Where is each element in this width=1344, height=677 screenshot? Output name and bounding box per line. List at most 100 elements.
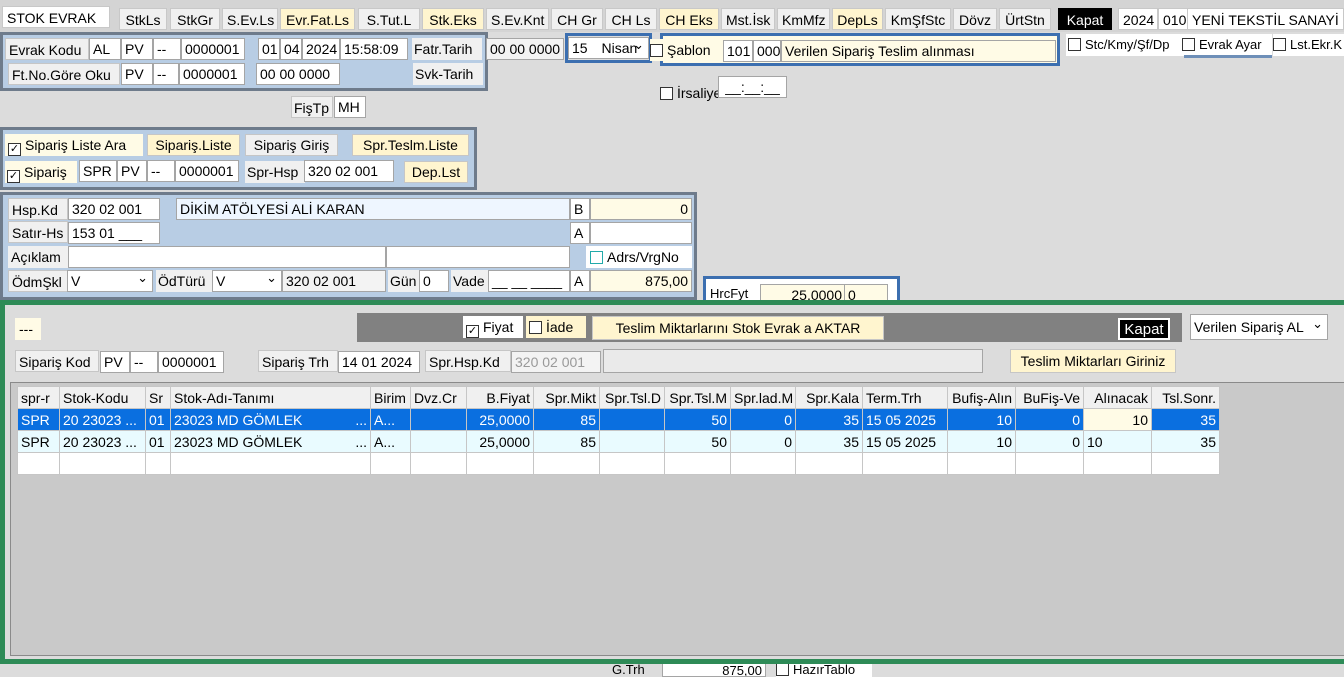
- evrak-dash-field[interactable]: --: [153, 38, 181, 60]
- siparis-dash-field[interactable]: --: [147, 160, 175, 182]
- cell-b-fiyat[interactable]: 25,0000: [466, 430, 534, 453]
- col-stok-adi[interactable]: Stok-Adı-Tanımı: [170, 386, 371, 409]
- siparis-trh-field[interactable]: 14 01 2024: [338, 351, 420, 373]
- chgr-button[interactable]: CH Gr: [551, 8, 603, 30]
- spr-teslm-liste-button[interactable]: Spr.Teslm.Liste: [352, 134, 469, 156]
- col-sr[interactable]: Sr: [145, 386, 171, 409]
- col-spr-mikt[interactable]: Spr.Mikt: [533, 386, 600, 409]
- col-spr-tsl-m[interactable]: Spr.Tsl.M: [664, 386, 731, 409]
- aciklama-field-2[interactable]: [386, 246, 570, 268]
- gun-field[interactable]: 0: [419, 270, 449, 292]
- ft-series-field[interactable]: PV: [121, 63, 153, 85]
- sablon-code2[interactable]: 000: [753, 40, 781, 62]
- cell-spr-tsl-m[interactable]: 50: [664, 430, 731, 453]
- mstisk-button[interactable]: Mst.İsk: [721, 8, 775, 30]
- dovz-button[interactable]: Dövz: [953, 8, 997, 30]
- hazir-tablo-checkbox[interactable]: HazırTablo: [776, 663, 872, 677]
- evrak-day-field[interactable]: 01: [258, 38, 280, 60]
- cell-term-trh[interactable]: 15 05 2025: [862, 408, 948, 431]
- evrak-month-field[interactable]: 04: [280, 38, 302, 60]
- sk-series-field[interactable]: PV: [100, 351, 130, 373]
- stc-checkbox[interactable]: Stc/Kmy/Şf/Dp: [1066, 34, 1182, 56]
- hsp-kd-field[interactable]: 320 02 001: [68, 198, 160, 220]
- cell-spr-tsl-d[interactable]: [599, 408, 665, 431]
- cell-birim[interactable]: A...: [370, 430, 411, 453]
- col-b-fiyat[interactable]: B.Fiyat: [466, 386, 534, 409]
- evrak-no-field[interactable]: 0000001: [181, 38, 245, 60]
- sk-dash-field[interactable]: --: [130, 351, 158, 373]
- col-tsl-sonr[interactable]: Tsl.Sonr.: [1151, 386, 1220, 409]
- fatr-tarih-field[interactable]: 00 00 0000: [486, 38, 564, 60]
- fistp-field[interactable]: MH: [334, 96, 366, 118]
- stkls-button[interactable]: StkLs: [119, 8, 167, 30]
- cell-tsl-sonr[interactable]: 35: [1151, 430, 1220, 453]
- irsaliye-time-field[interactable]: __:__:__: [718, 76, 787, 98]
- odm-select[interactable]: V: [67, 268, 153, 292]
- kmmfz-button[interactable]: KmMfz: [777, 8, 830, 30]
- chls-button[interactable]: CH Ls: [605, 8, 657, 30]
- teslim-giriniz-button[interactable]: Teslim Miktarları Giriniz: [1010, 349, 1176, 373]
- col-bufis-alin[interactable]: Bufiş-Alın: [947, 386, 1016, 409]
- col-spr-tsl-d[interactable]: Spr.Tsl.D: [599, 386, 665, 409]
- cell-stok-kodu[interactable]: 20 23023 ...: [59, 430, 146, 453]
- siparis-checkbox[interactable]: ✓ Sipariş: [5, 161, 77, 183]
- col-spr-iad-m[interactable]: Spr.lad.M: [730, 386, 796, 409]
- cell-spr-tsl-d[interactable]: [599, 430, 665, 453]
- cell-spr-tsl-m[interactable]: 50: [664, 408, 731, 431]
- col-bufis-ve[interactable]: BuFiş-Ve: [1015, 386, 1084, 409]
- col-term-trh[interactable]: Term.Trh: [862, 386, 948, 409]
- spr-hsp-field[interactable]: 320 02 001: [304, 160, 394, 182]
- cell-spr-iad-m[interactable]: 0: [730, 408, 796, 431]
- day-select[interactable]: 15 Nisan: [568, 35, 649, 59]
- iade-checkbox[interactable]: İade: [526, 316, 586, 338]
- evrfatls-button[interactable]: Evr.Fat.Ls: [280, 8, 355, 30]
- cell-dvz-cr[interactable]: [410, 408, 467, 431]
- close-button[interactable]: Kapat: [1058, 8, 1112, 30]
- sablon-text[interactable]: Verilen Sipariş Teslim alınması: [781, 40, 1056, 62]
- table-row[interactable]: SPR 20 23023 ... 01 23023 MD GÖMLEK... A…: [17, 408, 1220, 431]
- evrak-series-field[interactable]: PV: [121, 38, 153, 60]
- col-birim[interactable]: Birim: [370, 386, 411, 409]
- dep-lst-button[interactable]: Dep.Lst: [404, 161, 468, 183]
- stkeks-button[interactable]: Stk.Eks: [422, 8, 484, 30]
- cell-tsl-sonr[interactable]: 35: [1151, 408, 1220, 431]
- cell-spr-r[interactable]: SPR: [17, 430, 60, 453]
- cheks-button[interactable]: CH Eks: [659, 8, 719, 30]
- depls-button[interactable]: DepLs: [832, 8, 883, 30]
- col-spr-r[interactable]: spr-r: [17, 386, 60, 409]
- col-stok-kodu[interactable]: Stok-Kodu: [59, 386, 146, 409]
- lst-ekr-checkbox[interactable]: Lst.Ekr.K: [1273, 34, 1344, 56]
- cell-alinacak[interactable]: 10: [1083, 430, 1152, 453]
- cell-bufis-alin[interactable]: 10: [947, 430, 1016, 453]
- cell-spr-iad-m[interactable]: 0: [730, 430, 796, 453]
- evrak-year-field[interactable]: 2024: [302, 38, 340, 60]
- sevls-button[interactable]: S.Ev.Ls: [222, 8, 278, 30]
- cell-spr-kala[interactable]: 35: [795, 430, 863, 453]
- cell-stok-adi[interactable]: 23023 MD GÖMLEK...: [170, 430, 371, 453]
- kmsfstc-button[interactable]: KmŞfStc: [885, 8, 951, 30]
- sablon-code1[interactable]: 101: [723, 40, 753, 62]
- vade-field[interactable]: __ __ ____: [488, 270, 570, 292]
- evrak-ayar-checkbox[interactable]: Evrak Ayar: [1182, 34, 1272, 56]
- cell-stok-adi[interactable]: 23023 MD GÖMLEK...: [170, 408, 371, 431]
- cell-spr-kala[interactable]: 35: [795, 408, 863, 431]
- panel-close-button[interactable]: Kapat: [1118, 318, 1170, 340]
- ft-date-field[interactable]: 00 00 0000: [256, 63, 340, 85]
- stkgr-button[interactable]: StkGr: [170, 8, 220, 30]
- cell-bufis-ve[interactable]: 0: [1015, 408, 1084, 431]
- col-spr-kala[interactable]: Spr.Kala: [795, 386, 863, 409]
- mode-select[interactable]: Verilen Sipariş AL: [1190, 312, 1328, 340]
- ft-no-field[interactable]: 0000001: [179, 63, 245, 85]
- cell-term-trh[interactable]: 15 05 2025: [862, 430, 948, 453]
- cell-sr[interactable]: 01: [145, 408, 171, 431]
- siparis-liste-ara-checkbox[interactable]: ✓ Sipariş Liste Ara: [5, 134, 143, 156]
- cell-bufis-ve[interactable]: 0: [1015, 430, 1084, 453]
- cell-bufis-alin[interactable]: 10: [947, 408, 1016, 431]
- satir-hs-field[interactable]: 153 01 ___: [68, 222, 160, 244]
- evrak-time-field[interactable]: 15:58:09: [340, 38, 408, 60]
- siparis-no-field[interactable]: 0000001: [175, 160, 239, 182]
- sevknt-button[interactable]: S.Ev.Knt: [486, 8, 549, 30]
- ft-dash-field[interactable]: --: [153, 63, 179, 85]
- irsaliye-checkbox[interactable]: İrsaliye: [660, 82, 720, 104]
- cell-sr[interactable]: 01: [145, 430, 171, 453]
